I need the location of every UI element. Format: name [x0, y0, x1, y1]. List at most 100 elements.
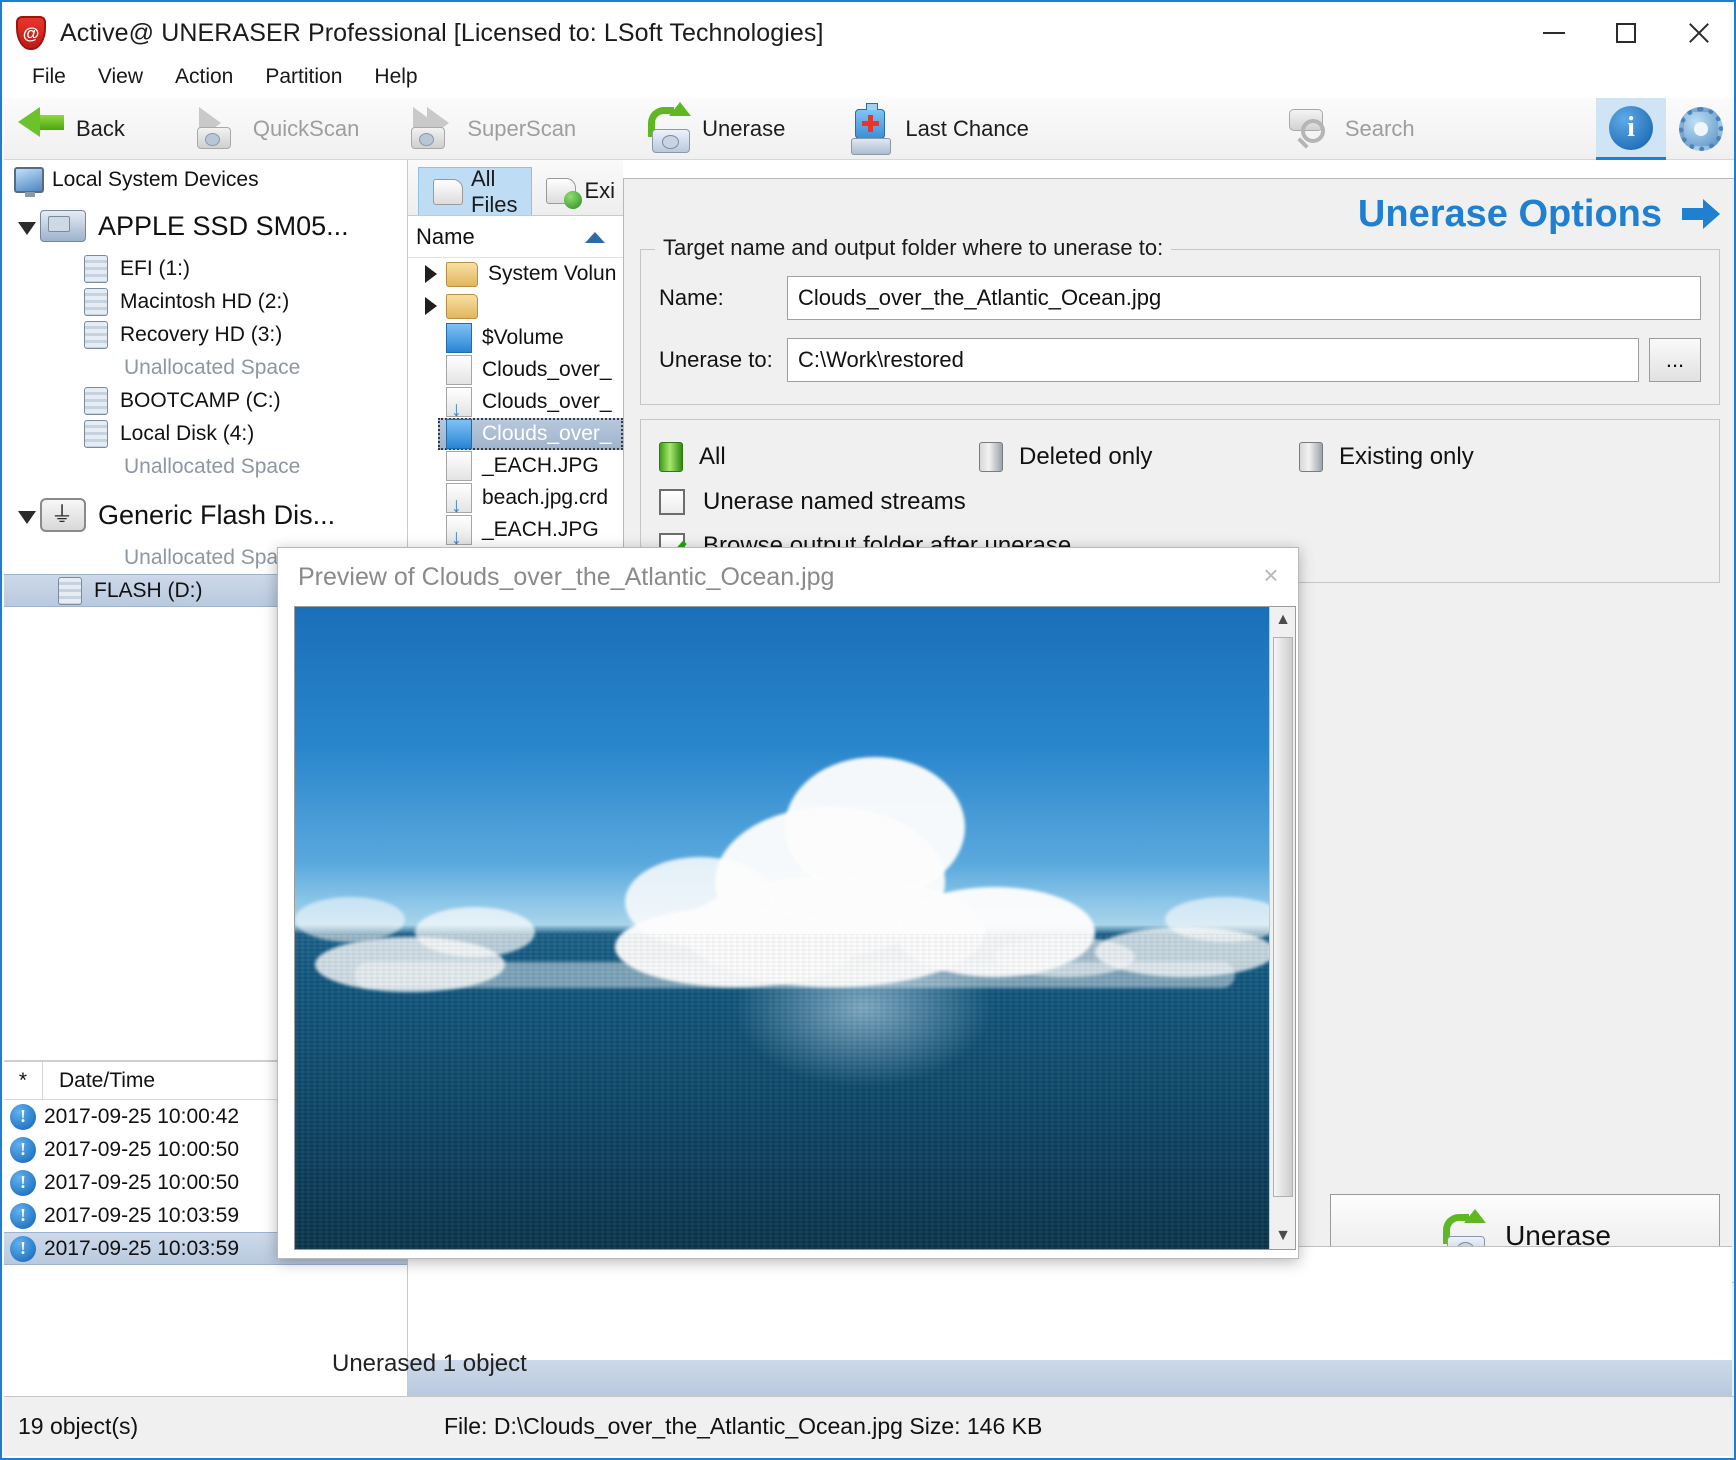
toolbar-search-button[interactable]: Search [1273, 98, 1429, 159]
log-datetime: 2017-09-25 10:00:42 [44, 1105, 239, 1129]
toolbar-right-group: i [1596, 98, 1736, 160]
close-button[interactable] [1662, 2, 1734, 64]
unerased-note: Unerased 1 object [332, 1350, 527, 1378]
file-blue-icon [446, 419, 472, 449]
minimize-button[interactable] [1518, 2, 1590, 64]
path-label: Unerase to: [659, 347, 787, 373]
tree-item-local-disk[interactable]: Local Disk (4:) [4, 417, 407, 450]
name-input[interactable] [787, 276, 1701, 320]
scope-option-existing-only[interactable]: Existing only [1299, 442, 1474, 472]
file-row[interactable]: _EACH.JPG [438, 450, 623, 482]
title-bar: @ Active@ UNERASER Professional [License… [2, 2, 1734, 64]
file-deleted-icon [446, 515, 472, 545]
file-row[interactable]: Clouds_over_ [438, 354, 623, 386]
tab-all-files[interactable]: All Files [418, 167, 532, 215]
preview-scrollbar[interactable]: ▲ ▼ [1269, 607, 1295, 1249]
toolbar-superscan-button[interactable]: SuperScan [395, 98, 590, 159]
hard-disk-icon [40, 210, 86, 242]
tree-item-unallocated-1[interactable]: Unallocated Space [4, 351, 407, 384]
file-row[interactable]: System Volun [408, 258, 623, 290]
file-column-label: Name [416, 224, 475, 250]
browse-folder-button[interactable]: ... [1649, 338, 1701, 382]
minimize-icon [1543, 32, 1565, 34]
toolbar-unerase-button[interactable]: Unerase [630, 98, 799, 159]
log-datetime: 2017-09-25 10:03:59 [44, 1204, 239, 1228]
info-icon: ! [10, 1236, 36, 1262]
toolbar-lastchance-label: Last Chance [905, 116, 1029, 142]
menu-action[interactable]: Action [159, 61, 249, 93]
expander-icon[interactable] [416, 265, 446, 283]
unerase-to-input[interactable] [787, 338, 1639, 382]
toolbar: Back QuickScan SuperScan Unerase [4, 98, 1736, 160]
info-icon: ! [10, 1137, 36, 1163]
preview-scroll-thumb[interactable] [1273, 637, 1293, 1197]
preview-window: Preview of Clouds_over_the_Atlantic_Ocea… [277, 547, 1299, 1259]
quickscan-icon [195, 107, 243, 151]
monitor-icon [14, 167, 44, 193]
menu-partition[interactable]: Partition [249, 61, 358, 93]
expander-apple-ssd[interactable] [14, 220, 40, 233]
menu-bar: File View Action Partition Help [2, 56, 1734, 98]
expander-icon[interactable] [416, 297, 446, 315]
toolbar-unerase-label: Unerase [702, 116, 785, 142]
log-column-datetime: Date/Time [42, 1062, 155, 1099]
file-row[interactable]: Clouds_over_ [438, 386, 623, 418]
tree-item-recovery-hd[interactable]: Recovery HD (3:) [4, 318, 407, 351]
file-column-name[interactable]: Name [408, 216, 623, 258]
radio-indicator-off-icon [979, 442, 1003, 472]
volume-icon [84, 288, 108, 316]
toolbar-back-button[interactable]: Back [4, 98, 139, 159]
scope-option-deleted-only[interactable]: Deleted only [979, 442, 1299, 472]
toolbar-back-label: Back [76, 116, 125, 142]
volume-icon [84, 255, 108, 283]
preview-close-button[interactable]: × [1250, 554, 1292, 596]
tree-item-label: APPLE SSD SM05... [98, 211, 349, 242]
file-name: _EACH.JPG [482, 454, 599, 478]
tab-label: Exi [584, 178, 615, 204]
scope-row: All Deleted only Existing only [659, 442, 1701, 472]
settings-button[interactable] [1666, 98, 1736, 160]
volume-icon [84, 387, 108, 415]
file-row-selected[interactable]: Clouds_over_ [438, 418, 623, 450]
toolbar-lastchance-button[interactable]: Last Chance [833, 98, 1043, 159]
tree-item-unallocated-2[interactable]: Unallocated Space [4, 450, 407, 483]
tree-item-bootcamp[interactable]: BOOTCAMP (C:) [4, 384, 407, 417]
menu-help[interactable]: Help [358, 61, 433, 93]
file-row[interactable]: beach.jpg.crd [438, 482, 623, 514]
expander-generic-flash[interactable] [14, 509, 40, 522]
existing-files-icon [546, 178, 576, 204]
file-name: _EACH.JPG [482, 518, 599, 542]
target-group: Target name and output folder where to u… [640, 249, 1720, 405]
maximize-button[interactable] [1590, 2, 1662, 64]
preview-scroll-down-icon[interactable]: ▼ [1270, 1223, 1296, 1249]
file-tabs: All Files Exi [408, 160, 623, 216]
gear-icon [1679, 107, 1723, 151]
tree-item-label: Unallocated Spa [124, 546, 278, 570]
tree-item-macintosh-hd[interactable]: Macintosh HD (2:) [4, 285, 407, 318]
superscan-icon [409, 107, 457, 151]
info-button[interactable]: i [1596, 98, 1666, 160]
file-row[interactable] [408, 290, 623, 322]
next-arrow-icon[interactable] [1682, 199, 1720, 229]
tree-item-efi[interactable]: EFI (1:) [4, 252, 407, 285]
tree-item-apple-ssd[interactable]: APPLE SSD SM05... [4, 200, 407, 252]
log-column-flag: * [4, 1069, 42, 1093]
scope-option-all[interactable]: All [659, 442, 979, 472]
file-row[interactable]: $Volume [438, 322, 623, 354]
toolbar-quickscan-button[interactable]: QuickScan [181, 98, 373, 159]
menu-file[interactable]: File [16, 61, 82, 93]
tree-item-label: Unallocated Space [124, 356, 300, 380]
tree-item-label: Unallocated Space [124, 455, 300, 479]
tab-existing-files[interactable]: Exi [532, 167, 623, 215]
info-icon: ! [10, 1203, 36, 1229]
file-row[interactable]: _EACH.JPG [438, 514, 623, 546]
application-window: @ Active@ UNERASER Professional [License… [0, 0, 1736, 1460]
preview-scroll-up-icon[interactable]: ▲ [1270, 607, 1296, 633]
tree-item-generic-flash-disk[interactable]: Generic Flash Dis... [4, 489, 407, 541]
tab-label: All Files [471, 166, 517, 218]
checkbox-unerase-named-streams[interactable]: Unerase named streams [659, 488, 1701, 516]
log-datetime: 2017-09-25 10:00:50 [44, 1171, 239, 1195]
menu-view[interactable]: View [82, 61, 159, 93]
tree-root-local-system-devices[interactable]: Local System Devices [4, 160, 407, 200]
file-icon [446, 355, 472, 385]
